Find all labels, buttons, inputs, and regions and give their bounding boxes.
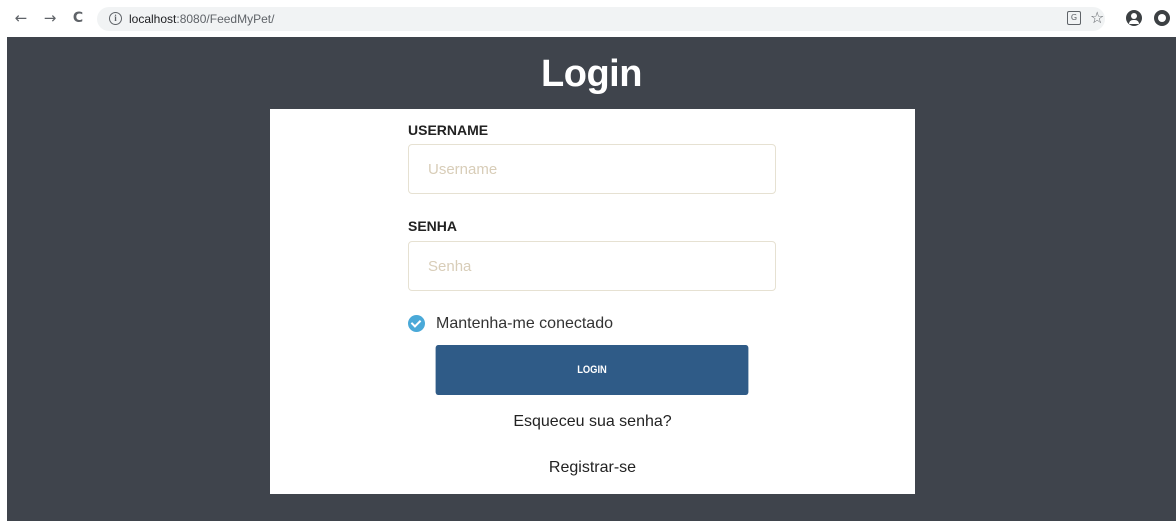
password-label: SENHA	[408, 218, 458, 234]
forgot-password-link[interactable]: Esqueceu sua senha?	[270, 412, 915, 432]
info-icon[interactable]: i	[109, 12, 122, 25]
account-icon[interactable]	[1126, 10, 1142, 26]
address-bar[interactable]: i localhost:8080/FeedMyPet/	[97, 7, 1105, 31]
url-text[interactable]: localhost:8080/FeedMyPet/	[129, 11, 274, 27]
extension-icon[interactable]	[1154, 10, 1170, 26]
forward-arrow-icon[interactable]: →	[41, 9, 59, 27]
register-link[interactable]: Registrar-se	[270, 458, 915, 478]
url-host: localhost	[129, 12, 177, 26]
login-card: USERNAME SENHA Mantenha-me conectado LOG…	[270, 109, 915, 494]
browser-toolbar: ← → C i localhost:8080/FeedMyPet/ G ☆	[0, 0, 1176, 37]
page-title: Login	[541, 53, 642, 95]
page-body: Login USERNAME SENHA Mantenha-me conecta…	[7, 37, 1176, 521]
back-arrow-icon[interactable]: ←	[12, 9, 30, 27]
reload-icon[interactable]: C	[69, 9, 87, 27]
login-button[interactable]: LOGIN	[435, 345, 749, 395]
password-input[interactable]	[408, 241, 776, 291]
remember-me-label[interactable]: Mantenha-me conectado	[436, 314, 613, 334]
url-path: :8080/FeedMyPet/	[176, 12, 275, 26]
bookmark-star-icon[interactable]: ☆	[1090, 8, 1104, 27]
checkmark-icon[interactable]	[408, 315, 425, 332]
username-input[interactable]	[408, 144, 776, 194]
translate-icon[interactable]: G	[1067, 11, 1081, 25]
username-label: USERNAME	[408, 122, 489, 138]
